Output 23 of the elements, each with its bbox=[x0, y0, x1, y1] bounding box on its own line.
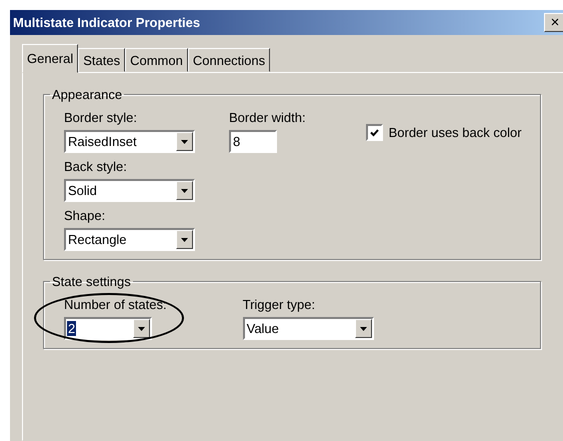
dropdown[interactable]: Value bbox=[242, 317, 374, 340]
field-label: Border style: bbox=[64, 110, 138, 126]
group-title: Appearance bbox=[51, 87, 124, 102]
dropdown[interactable]: RaisedInset bbox=[64, 130, 195, 153]
tab[interactable]: General bbox=[22, 44, 78, 73]
field-label: Border width: bbox=[229, 110, 306, 126]
dropdown[interactable]: 2 bbox=[64, 317, 152, 340]
checkbox-label: Border uses back color bbox=[388, 125, 522, 140]
field-label: Back style: bbox=[64, 159, 128, 175]
field-label: Shape: bbox=[64, 208, 106, 224]
checkmark-icon bbox=[370, 128, 379, 136]
group-title: State settings bbox=[51, 274, 132, 289]
field-label: Trigger type: bbox=[242, 297, 316, 313]
input-field[interactable]: 8 bbox=[229, 130, 277, 153]
tab[interactable]: Connections bbox=[188, 48, 270, 72]
checkbox[interactable] bbox=[366, 124, 383, 141]
tab[interactable]: States bbox=[78, 48, 126, 72]
dropdown[interactable]: Solid bbox=[64, 179, 195, 202]
tab[interactable]: Common bbox=[125, 48, 188, 72]
field-label: Number of states: bbox=[64, 297, 167, 313]
close-button[interactable]: × bbox=[544, 13, 563, 32]
window-title: Multistate Indicator Properties bbox=[13, 15, 200, 30]
dropdown[interactable]: Rectangle bbox=[64, 228, 195, 251]
